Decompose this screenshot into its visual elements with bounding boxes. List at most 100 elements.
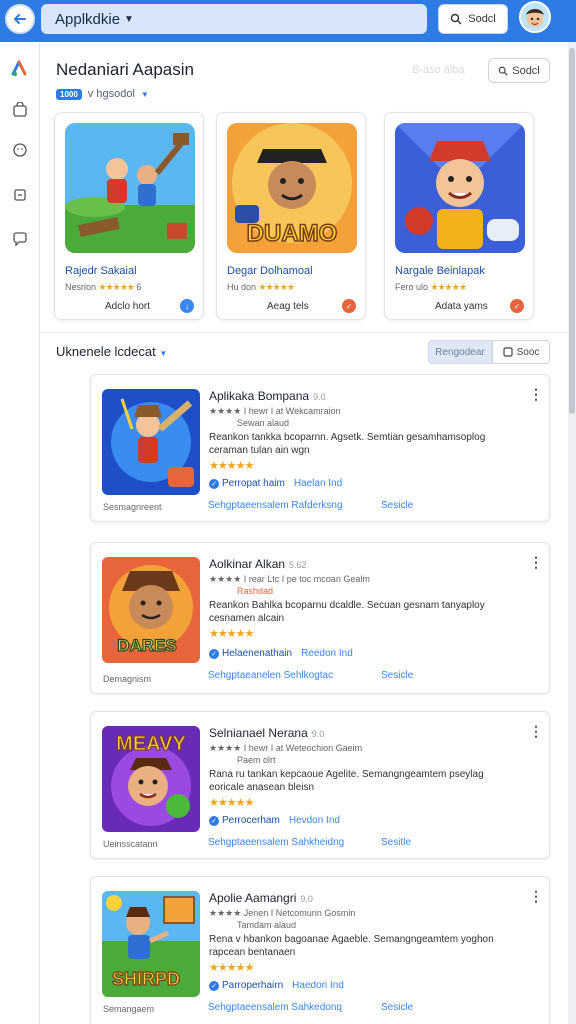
featured-app-image [395, 123, 525, 253]
chat-icon[interactable] [10, 229, 30, 249]
app-title: Aplikaka Bompana 9.0 [209, 389, 326, 403]
app-spec-link[interactable]: Sesicle [381, 670, 413, 681]
featured-card[interactable]: Rajedr Sakaial Nesrion ★★★★★ 6 Adclo hor… [54, 112, 204, 320]
app-subtitle: ★★★★ Jenen I Netcomunn Gosmin [209, 908, 356, 918]
face-icon[interactable] [10, 140, 30, 160]
featured-app-action[interactable]: Adclo hort [105, 301, 150, 312]
download-icon[interactable]: ↓ [180, 299, 194, 313]
list-item[interactable]: DARES Aolkinar Alkan 5.62 ★★★★ I rear Ltc… [90, 542, 550, 694]
app-image: DARES [102, 557, 200, 663]
rating-stars: ★★★★★ [258, 282, 295, 292]
app-spec-link[interactable]: Sesicle [381, 500, 413, 511]
featured-app-meta: Nesrion ★★★★★ 6 [65, 282, 142, 292]
featured-card[interactable]: DUAMO Degar Dolhamoal Hu don ★★★★★ Aeag … [216, 112, 366, 320]
bag-icon[interactable] [10, 100, 30, 120]
app-image [102, 389, 200, 495]
app-image: MEAVY [102, 726, 200, 832]
app-title: Apolie Aamangri 9.0 [209, 891, 313, 905]
scrollbar-thumb[interactable] [569, 48, 575, 414]
faded-link[interactable]: B-aso alba [412, 64, 465, 76]
app-tags[interactable]: Sehgptaeanelen Sehlkogtac [208, 670, 333, 681]
app-description: Rana ru tankan kepcaoue Agelite. Semangn… [209, 769, 484, 793]
app-spec-link[interactable]: Sesicle [381, 1002, 413, 1013]
more-options-icon[interactable]: ⋮ [529, 889, 543, 905]
sidebar [0, 42, 40, 1024]
app-category: Demagnism [103, 674, 152, 684]
app-title: Selnianael Nerana 9.0 [209, 726, 325, 740]
scrollbar[interactable] [568, 42, 576, 1024]
app-description: Reankon tankka bcoparnn. Agsetk. Semtian… [209, 432, 486, 456]
app-subtitle: ★★★★ I rear Ltc I pe toc mcoan Gealm [209, 574, 370, 584]
featured-app-title: Rajedr Sakaial [65, 265, 137, 277]
verified-icon: ✓ [209, 980, 219, 991]
app-name-dropdown[interactable]: Applkdkie ▼ [41, 4, 427, 34]
filter-chip[interactable]: 1000 [56, 88, 82, 100]
featured-app-title: Nargale Beinlapak [395, 265, 485, 277]
rating-stars: ★★★★★ [209, 628, 254, 640]
svg-text:DARES: DARES [117, 636, 177, 655]
main-content: Nedaniari Aapasin B-aso alba Sodcl 1000 … [40, 42, 568, 1024]
app-subtitle: ★★★★ I hewr I at Weteochion Gaeim [209, 743, 363, 753]
developer-row[interactable]: ✓ Perropat haim Haelan Ind [209, 478, 342, 489]
featured-app-title: Degar Dolhamoal [227, 265, 313, 277]
app-category: Semangaem [103, 1004, 155, 1014]
back-arrow-icon [14, 14, 26, 24]
featured-app-meta: Fero ulo ★★★★★ [395, 282, 467, 292]
chevron-down-icon: ▼ [124, 13, 134, 25]
more-options-icon[interactable]: ⋮ [529, 555, 543, 571]
featured-app-image [65, 123, 195, 253]
rating-stars: ★★★★★ [430, 282, 467, 292]
featured-card[interactable]: Nargale Beinlapak Fero ulo ★★★★★ Adata y… [384, 112, 534, 320]
featured-app-action[interactable]: Aeag tels [267, 301, 309, 312]
rating-stars: ★★★★★ [98, 282, 135, 292]
verified-icon: ✓ [209, 478, 219, 489]
developer-row[interactable]: ✓ Parroperhairn Haedon Ind [209, 980, 344, 991]
header-search-button[interactable]: Sodcl [488, 58, 550, 83]
app-name-label: Applkdkie [55, 10, 121, 28]
filter-label: v hgsodol [87, 88, 135, 100]
avatar[interactable] [519, 1, 551, 33]
check-icon[interactable]: ✓ [510, 299, 524, 313]
check-icon[interactable]: ✓ [342, 299, 356, 313]
section-search-button[interactable]: Sooc [492, 340, 550, 364]
back-button[interactable] [5, 4, 35, 34]
rating-stars: ★★★★★ [209, 962, 254, 974]
list-item[interactable]: Aplikaka Bompana 9.0 ★★★★ I hewr I at Wek… [90, 374, 550, 522]
verified-icon: ✓ [209, 815, 219, 826]
more-options-icon[interactable]: ⋮ [529, 387, 543, 403]
top-search-label: Sodcl [468, 13, 496, 25]
app-description: Reankon Bahlka bcoparnu dcaldle. Secuan … [209, 600, 485, 624]
featured-app-meta: Hu don ★★★★★ [227, 282, 295, 292]
developer-row[interactable]: ✓ Helaenenathain Reedon Ind [209, 648, 353, 659]
chevron-down-icon: ▼ [140, 89, 149, 99]
developer-row[interactable]: ✓ Perrocerham Hevdon Ind [209, 815, 340, 826]
rating-stars: ★★★★★ [209, 460, 254, 472]
app-tags[interactable]: Sehgptaeensalem Sahkheidng [208, 837, 344, 848]
featured-app-action[interactable]: Adata yams [435, 301, 488, 312]
list-item[interactable]: MEAVY Selnianael Nerana 9.0 ★★★★ I hewr I… [90, 711, 550, 859]
app-spec-link[interactable]: Sesitle [381, 837, 411, 848]
app-subtitle: ★★★★ I hewr I at Wekcamraion [209, 406, 341, 416]
top-search-button[interactable]: Sodcl [438, 4, 508, 34]
rating-stars: ★★★★★ [209, 797, 254, 809]
doc-icon [502, 347, 513, 357]
top-bar: Applkdkie ▼ Sodcl [0, 0, 576, 42]
header-search-label: Sodcl [512, 64, 540, 77]
page-title: Nedaniari Aapasin [56, 60, 194, 79]
app-image: SHIRPD [102, 891, 200, 997]
box-icon[interactable] [10, 185, 30, 205]
app-subtitle-2: Tamdam alaud [237, 920, 297, 930]
app-tags[interactable]: Sehgptaeensalem Rafderksng [208, 500, 343, 511]
more-options-icon[interactable]: ⋮ [529, 724, 543, 740]
list-item[interactable]: SHIRPD Apolie Aamangri 9.0 ★★★★ Jenen I N… [90, 876, 550, 1024]
verified-icon: ✓ [209, 648, 219, 659]
svg-text:DUAMO: DUAMO [247, 220, 338, 247]
tab-recommended[interactable]: Rengodear [428, 340, 492, 364]
filter-row[interactable]: 1000 v hgsodol ▼ [56, 88, 149, 100]
app-category: Ueinsscatann [103, 839, 158, 849]
chevron-down-icon: ▼ [159, 349, 168, 358]
logo-icon[interactable] [10, 58, 30, 78]
section-title[interactable]: Uknenele lcdecat ▼ [56, 344, 167, 359]
app-tags[interactable]: Sehgptaeensalem Sahkedonq [208, 1002, 342, 1013]
svg-text:SHIRPD: SHIRPD [112, 969, 180, 989]
